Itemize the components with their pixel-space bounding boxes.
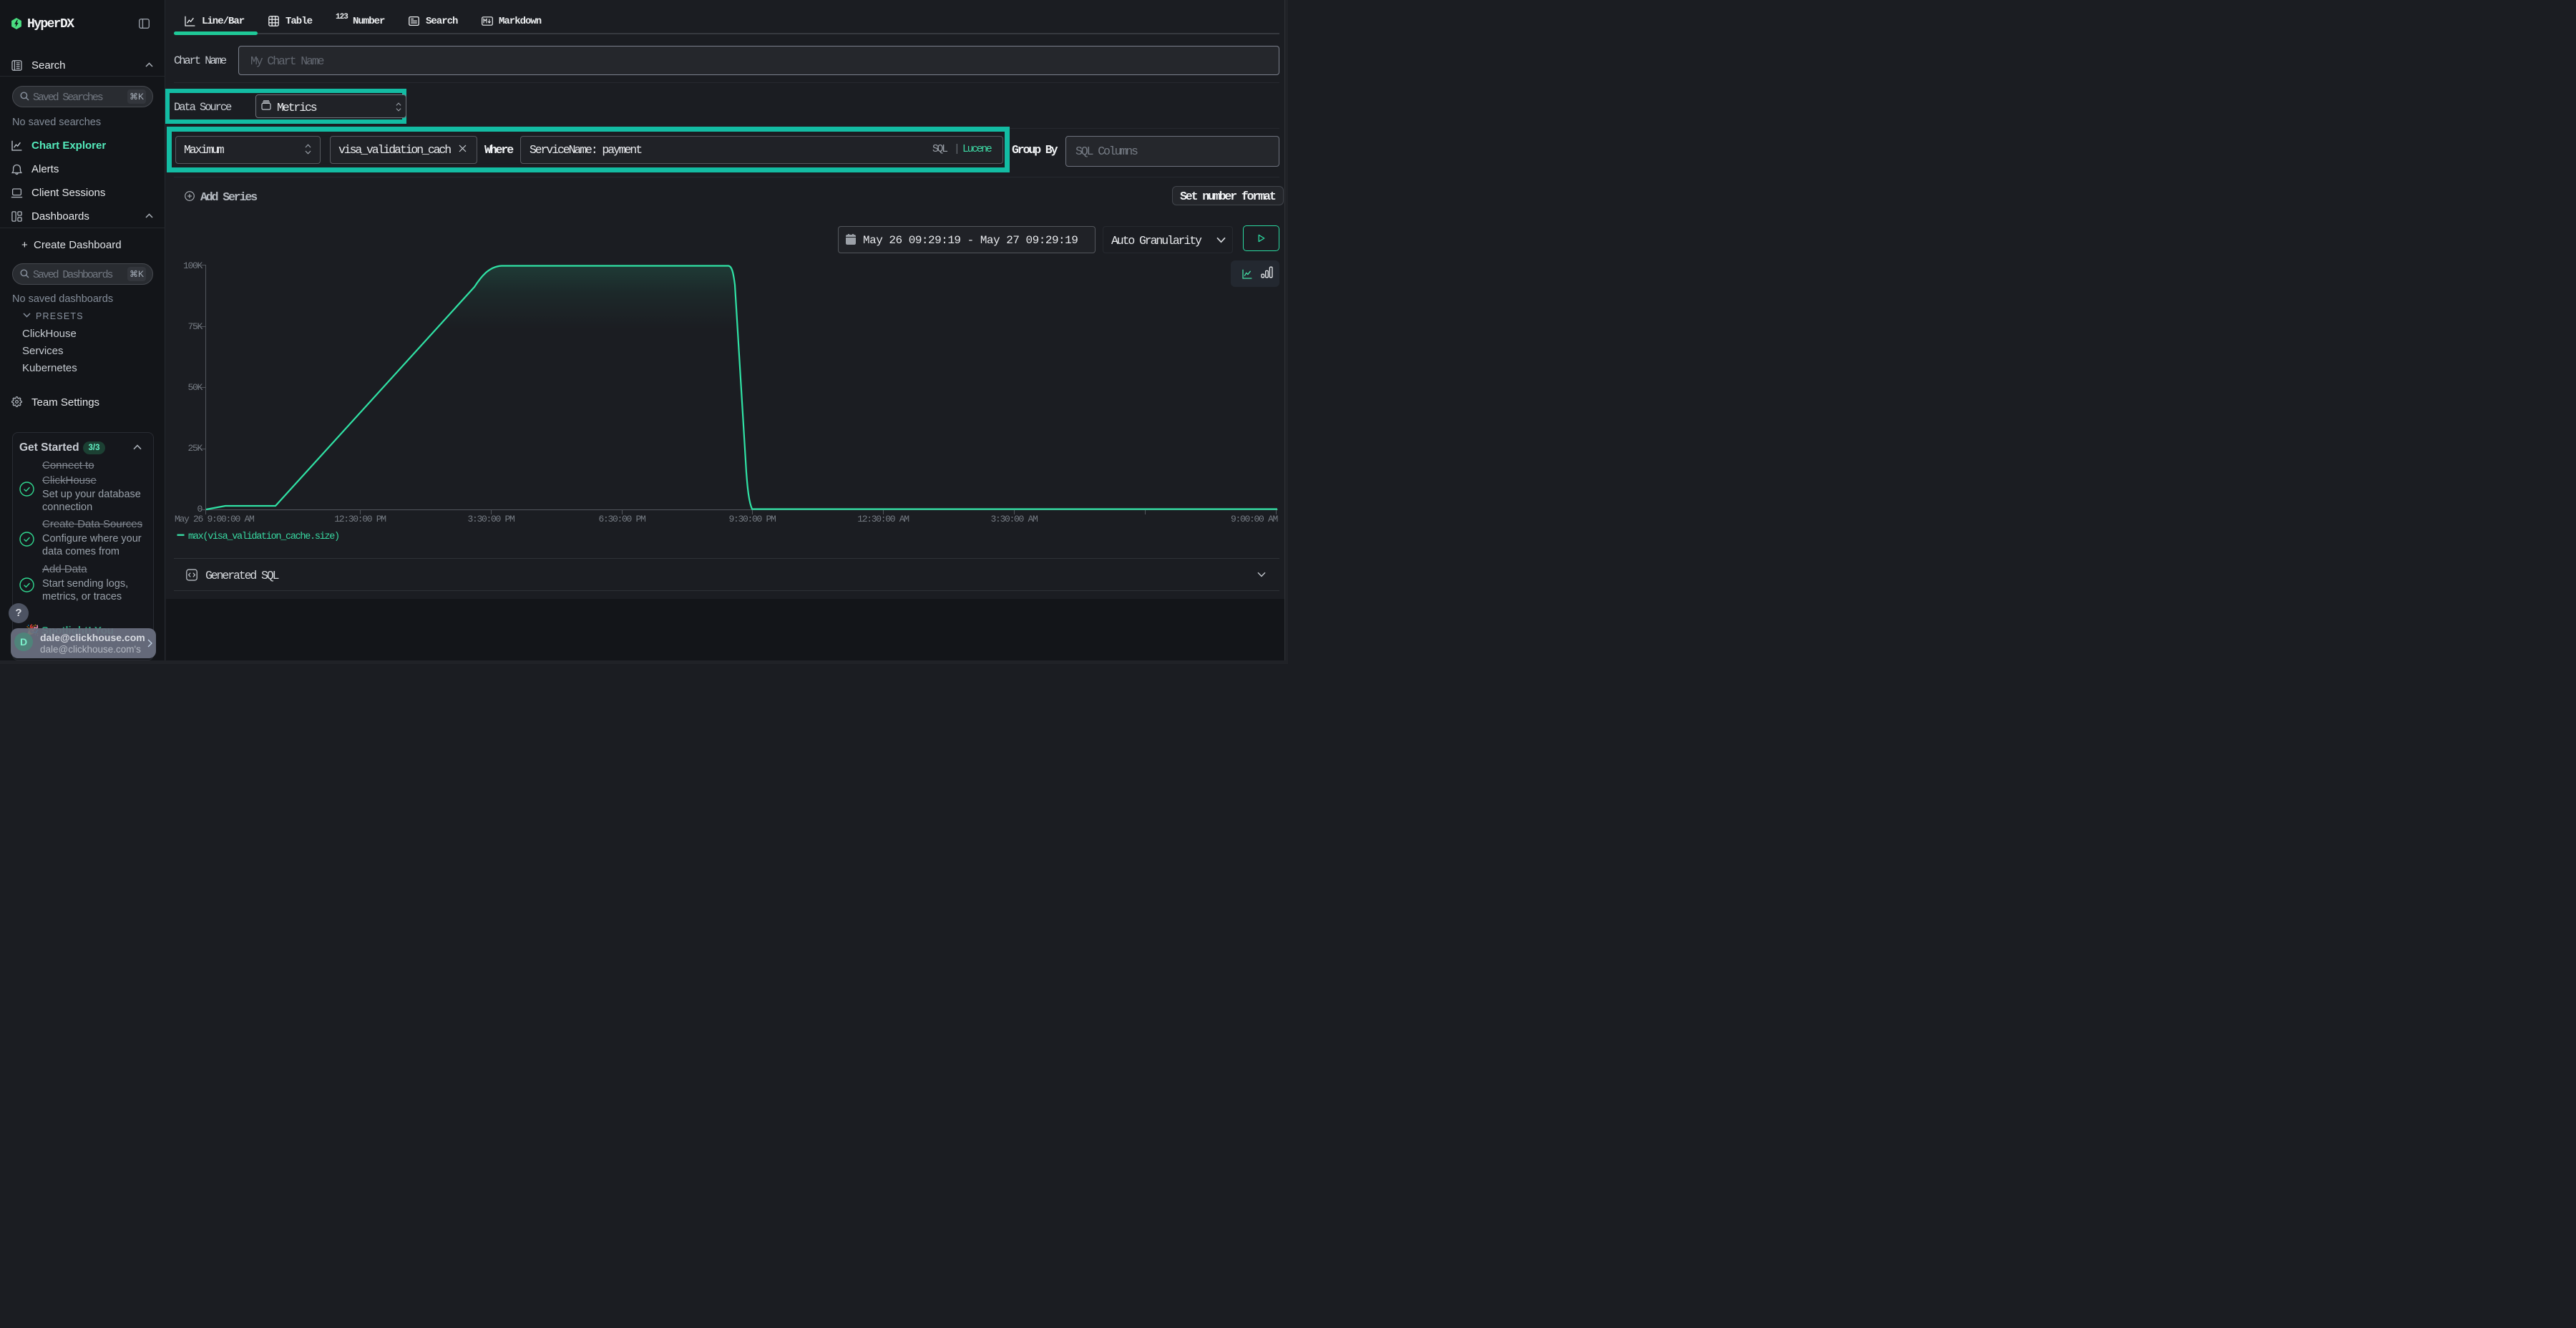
svg-text:100K: 100K xyxy=(183,260,203,271)
svg-text:9:00:00 AM: 9:00:00 AM xyxy=(1231,514,1278,524)
svg-text:25K: 25K xyxy=(187,443,203,454)
svg-text:0: 0 xyxy=(197,504,202,514)
svg-text:75K: 75K xyxy=(187,321,203,332)
svg-text:12:30:00 AM: 12:30:00 AM xyxy=(857,514,909,524)
svg-text:50K: 50K xyxy=(187,382,203,393)
svg-text:6:30:00 PM: 6:30:00 PM xyxy=(598,514,645,524)
svg-text:9:30:00 PM: 9:30:00 PM xyxy=(728,514,776,524)
svg-text:3:30:00 PM: 3:30:00 PM xyxy=(467,514,514,524)
svg-text:May 26 9:00:00 AM: May 26 9:00:00 AM xyxy=(175,514,254,524)
svg-text:3:30:00 AM: 3:30:00 AM xyxy=(990,514,1038,524)
svg-text:12:30:00 PM: 12:30:00 PM xyxy=(334,514,386,524)
svg-text:max(visa_validation_cache.size: max(visa_validation_cache.size) xyxy=(188,532,339,542)
